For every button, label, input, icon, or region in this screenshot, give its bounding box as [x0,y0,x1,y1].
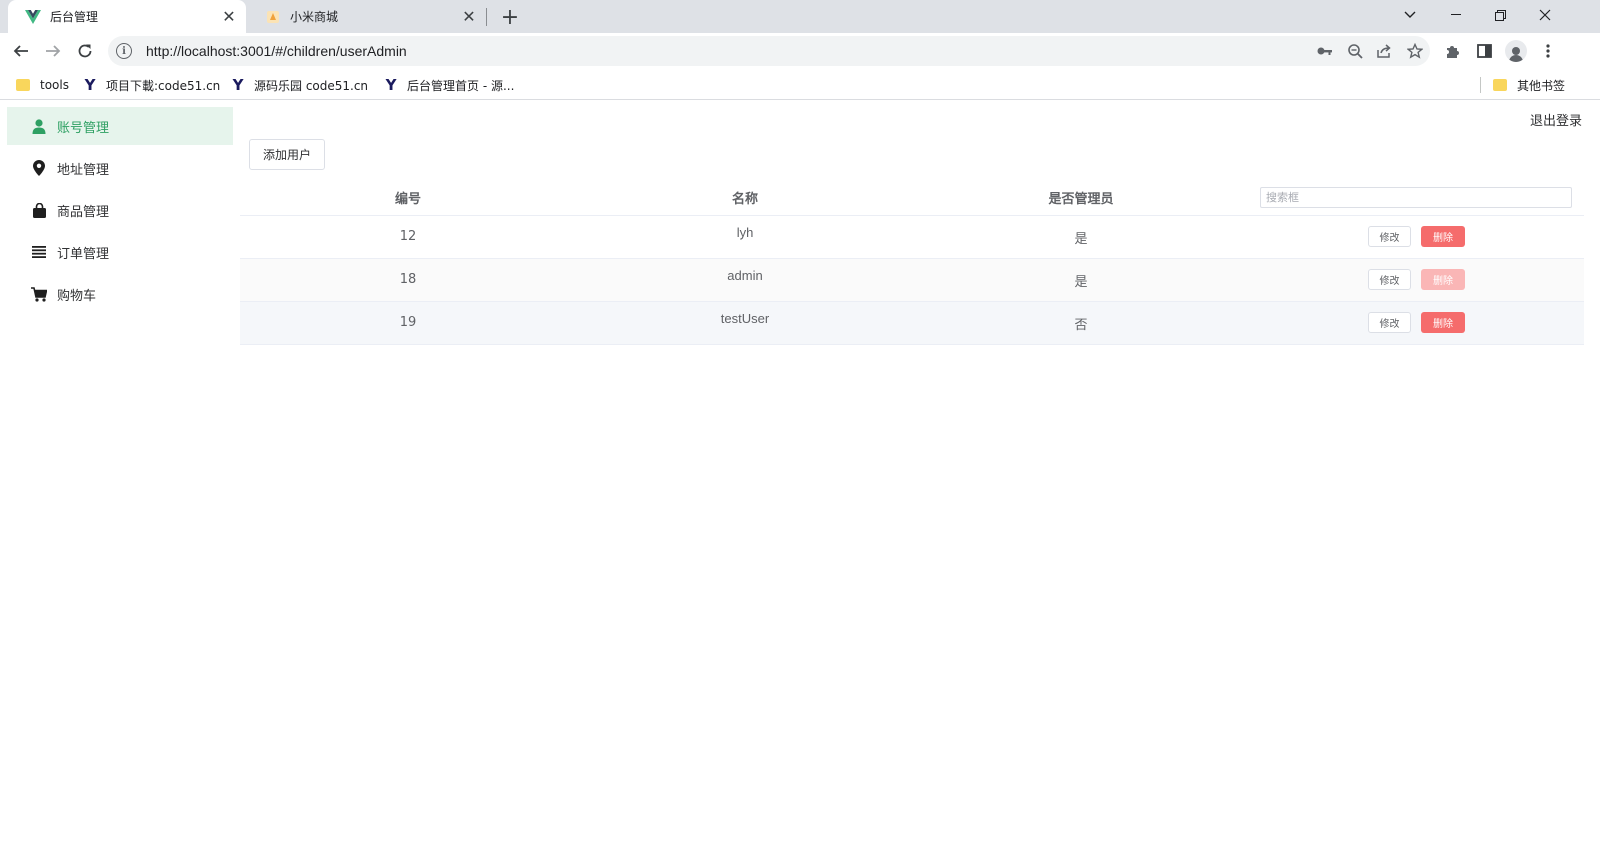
delete-button[interactable]: 删除 [1421,226,1465,247]
bookmark-label: 项目下載:code51.cn [106,78,221,93]
location-pin-icon [31,160,47,176]
bookmark-star-icon[interactable] [1400,36,1430,66]
cell-is-admin: 是 [1074,232,1088,247]
edit-button[interactable]: 修改 [1368,312,1411,333]
side-panel-icon[interactable] [1470,37,1498,65]
y-logo-icon: Y [84,76,96,94]
column-header-name: 名称 [731,192,758,207]
sidebar: 账号管理 地址管理 商品管理 订单管理 购物车 [0,101,240,858]
sidebar-item-accounts[interactable]: 账号管理 [7,107,233,145]
folder-icon [16,79,30,91]
restore-icon[interactable] [1477,0,1523,30]
forward-arrow-icon[interactable] [39,37,67,65]
cell-name: lyh [736,225,754,240]
mi-logo-icon [265,9,281,25]
browser-toolbar: i http://localhost:3001/#/children/userA… [0,33,1600,69]
bookmark-tools[interactable]: tools [16,74,69,96]
url-text: http://localhost:3001/#/children/userAdm… [146,43,407,59]
list-icon [31,244,47,260]
other-bookmarks[interactable]: 其他书签 [1493,74,1565,96]
bookmarks-bar: tools Y 项目下載:code51.cn Y 源码乐园 code51.cn … [0,69,1600,100]
bookmark-label: 源码乐园 code51.cn [254,78,369,93]
minimize-icon[interactable] [1433,0,1479,30]
bookmark-label: 后台管理首页 - 源... [407,78,515,93]
tab-divider [486,8,487,26]
zoom-icon[interactable] [1340,36,1370,66]
user-icon [31,118,47,134]
close-window-icon[interactable] [1522,0,1568,30]
bookmark-label: tools [40,78,69,92]
sidebar-item-products[interactable]: 商品管理 [7,191,233,229]
delete-button-disabled: 删除 [1421,269,1465,290]
delete-button[interactable]: 删除 [1421,312,1465,333]
site-info-icon[interactable]: i [116,43,132,59]
tab-title: 后台管理 [50,10,99,24]
sidebar-item-label: 商品管理 [57,204,110,220]
add-user-button[interactable]: 添加用户 [249,139,325,170]
other-bookmarks-label: 其他书签 [1517,78,1566,93]
tab-title: 小米商城 [290,10,339,24]
sidebar-item-orders[interactable]: 订单管理 [7,233,233,271]
share-icon[interactable] [1370,36,1400,66]
profile-avatar-icon[interactable] [1502,37,1530,65]
browser-tab-mi[interactable]: 小米商城 ✕ [248,0,486,33]
edit-button[interactable]: 修改 [1368,269,1411,290]
sidebar-item-addresses[interactable]: 地址管理 [7,149,233,187]
extensions-icon[interactable] [1438,37,1466,65]
close-tab-icon[interactable]: ✕ [220,7,238,26]
bookmark-code51-download[interactable]: Y 项目下載:code51.cn [82,74,221,96]
back-arrow-icon[interactable] [7,37,35,65]
cell-name: admin [727,268,763,283]
column-header-is-admin: 是否管理员 [1048,192,1114,207]
search-input[interactable] [1260,187,1572,208]
cell-is-admin: 否 [1074,318,1088,333]
sidebar-item-label: 账号管理 [57,120,110,136]
table-row: 12 lyh 是 修改 删除 [240,216,1584,259]
bookmark-code51-park[interactable]: Y 源码乐园 code51.cn [230,74,368,96]
table-header: 编号 名称 是否管理员 [240,176,1584,216]
address-bar[interactable]: i http://localhost:3001/#/children/userA… [108,36,1430,66]
sidebar-item-label: 地址管理 [57,162,110,178]
vue-logo-icon [25,9,41,25]
cart-icon [31,286,47,302]
sidebar-item-label: 购物车 [57,288,97,304]
cell-id: 12 [399,229,417,244]
cell-id: 19 [399,315,417,330]
table-row: 18 admin 是 修改 删除 [240,259,1584,302]
y-logo-icon: Y [232,76,244,94]
tab-search-icon[interactable] [1387,0,1433,30]
browser-tab-admin[interactable]: 后台管理 ✕ [8,0,246,33]
sidebar-item-cart[interactable]: 购物车 [7,275,233,313]
cell-is-admin: 是 [1074,275,1088,290]
table-row: 19 testUser 否 修改 删除 [240,302,1584,345]
column-header-id: 编号 [394,192,421,207]
sidebar-item-label: 订单管理 [57,246,110,262]
cell-name: testUser [720,311,770,326]
edit-button[interactable]: 修改 [1368,226,1411,247]
kebab-menu-icon[interactable] [1534,37,1562,65]
y-logo-icon: Y [385,76,397,94]
browser-tabstrip: 后台管理 ✕ 小米商城 ✕ + [0,0,1600,33]
new-tab-icon[interactable]: + [498,5,522,30]
logout-link[interactable]: 退出登录 [1530,110,1582,129]
reload-icon[interactable] [71,37,99,65]
close-tab-icon[interactable]: ✕ [460,7,478,26]
user-table: 编号 名称 是否管理员 12 lyh 是 修改 删除 18 admin 是 修改… [240,176,1584,345]
cell-id: 18 [399,272,417,287]
bookmark-admin-home[interactable]: Y 后台管理首页 - 源... [383,74,515,96]
folder-icon [1493,79,1507,91]
bookmarks-divider [1480,77,1481,93]
key-icon[interactable] [1310,36,1340,66]
shopping-bag-icon [31,202,47,218]
